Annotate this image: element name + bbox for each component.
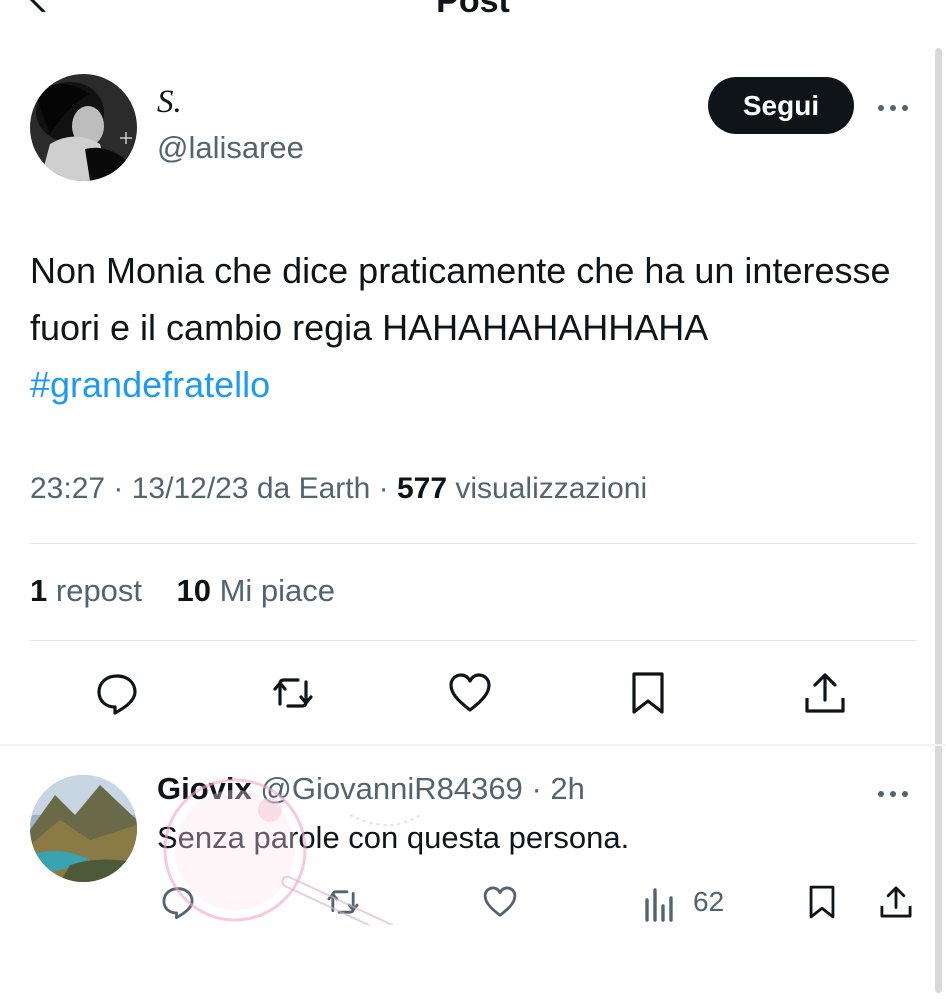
likes-label: Mi piace (219, 573, 336, 608)
reposts-stat[interactable]: 1 repost (30, 573, 142, 608)
post-meta: 23:27 · 13/12/23 da Earth · 577 visualiz… (30, 472, 648, 505)
share-icon[interactable] (878, 884, 914, 920)
reply-views-count: 62 (693, 886, 725, 917)
share-icon[interactable] (802, 670, 848, 716)
views-count: 577 (396, 472, 448, 505)
page-title: Post (436, 0, 510, 20)
post-text-main: Non Monia che dice praticamente che ha u… (30, 250, 891, 348)
author-avatar[interactable] (30, 74, 137, 181)
more-icon[interactable] (876, 100, 910, 111)
reply-author-name[interactable]: Giovix (157, 771, 252, 806)
reply-time[interactable]: 2h (550, 771, 584, 806)
post-date[interactable]: 13/12/23 (132, 472, 249, 505)
views-label: visualizzazioni (455, 472, 648, 505)
author-handle[interactable]: @lalisaree (157, 130, 304, 166)
scrollbar[interactable] (935, 48, 942, 993)
post-time[interactable]: 23:27 (30, 472, 105, 505)
repost-icon[interactable] (325, 884, 361, 920)
reply-author-handle[interactable]: @GiovanniR84369 (260, 771, 522, 806)
reply-avatar[interactable] (30, 775, 137, 882)
section-separator (0, 744, 946, 746)
more-icon[interactable] (876, 786, 910, 797)
likes-stat[interactable]: 10 Mi piace (177, 573, 336, 608)
author-name[interactable]: S. (157, 84, 182, 121)
reply-text: Senza parole con questa persona. (157, 820, 630, 855)
like-icon[interactable] (482, 884, 518, 920)
like-icon[interactable] (447, 670, 493, 716)
hashtag-link[interactable]: #grandefratello (30, 364, 270, 405)
bookmark-icon[interactable] (804, 884, 840, 920)
post-text: Non Monia che dice praticamente che ha u… (30, 242, 910, 413)
divider (30, 543, 917, 544)
repost-icon[interactable] (270, 670, 316, 716)
divider (30, 640, 917, 641)
views-icon[interactable] (643, 886, 679, 922)
reply-icon[interactable] (94, 670, 140, 716)
likes-count: 10 (176, 573, 211, 608)
top-bar: Post (0, 0, 946, 20)
bookmark-icon[interactable] (625, 670, 671, 716)
post-source: da Earth (256, 472, 371, 505)
reposts-count: 1 (30, 573, 48, 608)
reply-header: Giovix @GiovanniR84369 · 2h (157, 771, 585, 806)
reply-icon[interactable] (160, 884, 196, 920)
reposts-label: repost (55, 573, 143, 608)
follow-button[interactable]: Segui (708, 77, 854, 134)
post-stats: 1 repost 10 Mi piace (30, 573, 335, 609)
